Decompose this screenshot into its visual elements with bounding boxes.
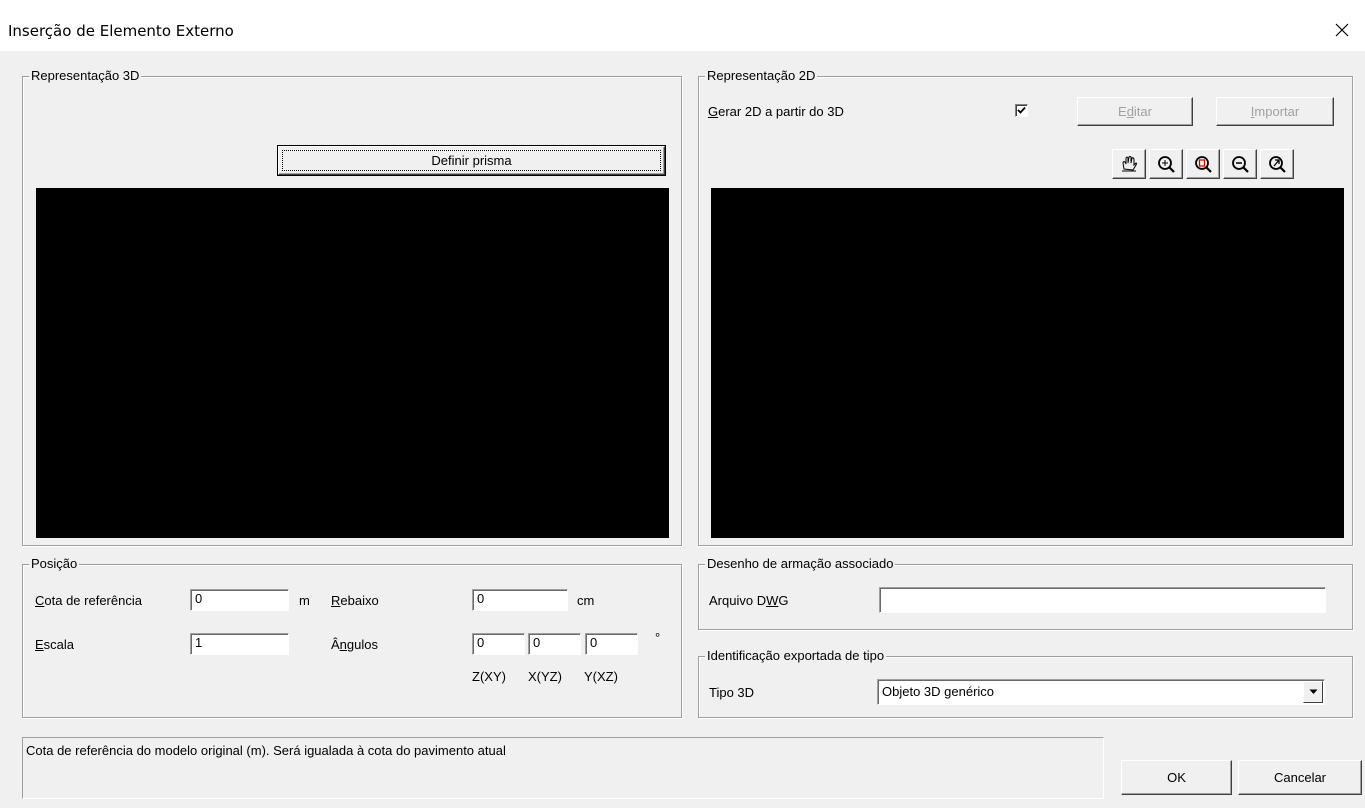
angle-z-input[interactable]: 0	[472, 633, 525, 655]
generate-2d-checkbox[interactable]	[1015, 104, 1028, 117]
cota-label: Cota de referência	[35, 593, 142, 608]
angle-x-caption: X(YZ)	[528, 669, 562, 684]
title-bar: Inserção de Elemento Externo	[0, 0, 1365, 52]
tipo-selected-value: Objeto 3D genérico	[882, 684, 995, 699]
define-prism-button[interactable]: Definir prisma	[277, 145, 666, 176]
dropdown-arrow-button[interactable]	[1303, 681, 1323, 703]
cancel-button[interactable]: Cancelar	[1238, 760, 1362, 795]
chevron-down-icon	[1309, 689, 1317, 694]
rebaixo-unit: cm	[577, 593, 595, 608]
import-button[interactable]: Importar	[1216, 97, 1334, 126]
zoom-all-icon	[1195, 156, 1212, 173]
angle-z-caption: Z(XY)	[472, 669, 506, 684]
angle-y-input[interactable]: 0	[585, 633, 638, 655]
rebaixo-input[interactable]: 0	[472, 589, 568, 611]
help-message-box: Cota de referência do modelo original (m…	[22, 737, 1104, 799]
generate-2d-label[interactable]: Gerar 2D a partir do 3D	[708, 104, 844, 120]
zoom-out-button[interactable]	[1223, 149, 1257, 179]
rep2d-legend: Representação 2D	[705, 68, 818, 84]
angle-y-caption: Y(XZ)	[584, 669, 618, 684]
zoom-all-button[interactable]	[1186, 149, 1220, 179]
cota-input[interactable]: 0	[190, 589, 289, 611]
escala-input[interactable]: 1	[190, 633, 289, 655]
define-prism-label: Definir prisma	[431, 153, 512, 168]
close-button[interactable]	[1319, 10, 1365, 50]
viewport-3d[interactable]	[36, 188, 669, 538]
angle-unit: °	[655, 630, 661, 645]
tipo-select[interactable]: Objeto 3D genérico	[877, 679, 1325, 705]
position-legend: Posição	[29, 556, 80, 572]
checkmark-icon	[1017, 106, 1026, 114]
edit-button[interactable]: Ed itar	[1077, 97, 1193, 126]
window-title: Inserção de Elemento Externo	[8, 22, 234, 40]
identification-legend: Identificação exportada de tipo	[705, 648, 887, 664]
escala-label: Escala	[35, 637, 75, 652]
zoom-previous-icon	[1269, 156, 1286, 173]
close-icon	[1335, 23, 1349, 37]
pan-icon	[1122, 156, 1137, 172]
zoom-previous-button[interactable]	[1260, 149, 1294, 179]
dwg-input[interactable]	[879, 587, 1326, 613]
rebaixo-label: Rebaixo	[331, 593, 379, 608]
drawing-legend: Desenho de armação associado	[705, 556, 896, 572]
tipo-label: Tipo 3D	[709, 685, 755, 700]
rep3d-legend: Representação 3D	[29, 68, 142, 84]
viewport-2d[interactable]	[711, 188, 1344, 538]
zoom-window-button[interactable]	[1149, 149, 1183, 179]
dwg-label: Arquivo DWG	[709, 593, 789, 608]
ok-button[interactable]: OK	[1121, 760, 1232, 795]
angle-x-input[interactable]: 0	[528, 633, 581, 655]
zoom-window-icon	[1158, 156, 1175, 173]
zoom-out-icon	[1232, 156, 1249, 173]
pan-button[interactable]	[1112, 149, 1146, 179]
help-message-text: Cota de referência do modelo original (m…	[26, 743, 506, 758]
angulos-label: Ângulos	[331, 637, 378, 652]
cota-unit: m	[299, 593, 310, 608]
